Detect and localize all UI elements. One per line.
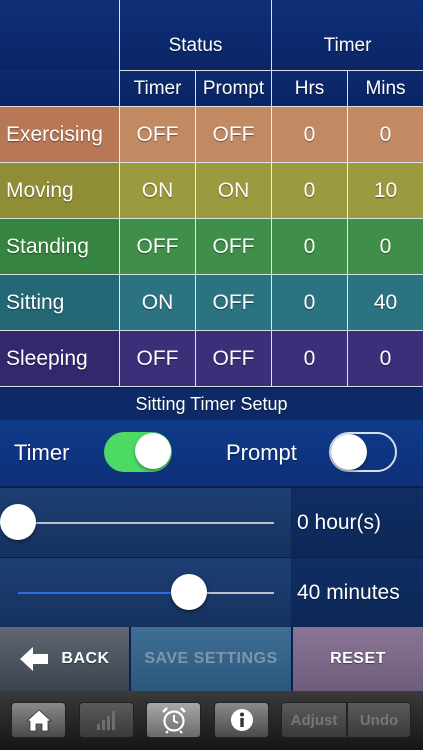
divider [0,106,423,107]
column-header-hrs: Hrs [294,78,325,99]
mins-cell: 40 [373,290,398,314]
table-column-header: Timer Prompt Hrs Mins [0,70,423,106]
hours-slider-area [0,488,291,557]
timer-cell: OFF [136,346,179,370]
divider [347,70,348,387]
activity-label: Moving [6,178,74,202]
mins-cell: 0 [379,234,392,258]
hrs-cell: 0 [303,290,316,314]
timer-toggle-label: Timer [14,440,70,465]
table-row[interactable]: Sleeping OFF OFF 0 0 [0,331,423,386]
column-header-prompt: Prompt [202,78,265,99]
minutes-value: 40 minutes [291,558,423,627]
minutes-slider-thumb[interactable] [170,574,207,610]
table-row[interactable]: Exercising OFF OFF 0 0 [0,107,423,162]
divider [271,0,272,387]
timer-cell: OFF [136,234,179,258]
info-icon [230,709,253,731]
timer-toggle-switch[interactable] [104,432,172,472]
chart-button[interactable] [79,702,134,738]
switch-knob [135,433,171,469]
reset-button[interactable]: RESET [293,627,423,691]
hours-value: 0 hour(s) [291,488,423,557]
hrs-cell: 0 [303,234,316,258]
alarm-button[interactable] [146,702,201,738]
divider [0,330,423,331]
adjust-button[interactable]: Adjust [281,702,347,738]
activity-label: Sitting [6,290,65,314]
prompt-cell: OFF [212,290,255,314]
timer-cell: ON [141,290,174,314]
home-button[interactable] [11,702,66,738]
prompt-cell: OFF [212,346,255,370]
undo-button-label: Undo [359,711,399,729]
switch-knob [331,434,367,470]
minutes-slider-area [0,558,291,627]
status-table: Status Timer Timer Prompt Hrs Mins Exerc… [0,0,423,387]
hrs-cell: 0 [303,346,316,370]
status-group-header: Status [168,35,223,56]
mins-cell: 0 [379,122,392,146]
table-row[interactable]: Sitting ON OFF 0 40 [0,275,423,330]
info-button[interactable] [214,702,269,738]
minutes-slider-track[interactable] [18,592,274,594]
minutes-slider-fill [18,592,189,594]
table-group-header: Status Timer [0,0,423,70]
activity-label: Exercising [6,122,103,146]
save-settings-button[interactable]: SAVE SETTINGS [131,627,291,691]
setup-title: Sitting Timer Setup [0,388,423,420]
chart-icon [96,711,115,730]
hrs-cell: 0 [303,178,316,202]
timer-group-header: Timer [323,35,372,56]
adjust-button-label: Adjust [290,711,338,729]
divider [0,162,423,163]
prompt-cell: ON [217,178,250,202]
back-button-label: BACK [61,650,110,667]
bottom-toolbar: Adjust Undo [0,691,423,750]
divider [195,70,196,387]
prompt-cell: OFF [212,122,255,146]
prompt-cell: OFF [212,234,255,258]
hours-slider-thumb[interactable] [0,504,36,540]
hours-slider-track[interactable] [18,522,274,524]
divider [0,274,423,275]
column-header-timer: Timer [133,78,182,99]
prompt-toggle-switch[interactable] [329,432,397,472]
prompt-toggle-label: Prompt [226,440,297,465]
alarm-clock-icon [161,707,186,734]
save-settings-label: SAVE SETTINGS [144,650,278,667]
divider [119,0,120,387]
table-row[interactable]: Standing OFF OFF 0 0 [0,219,423,274]
hours-slider-row: 0 hour(s) [0,488,423,557]
timer-cell: ON [141,178,174,202]
column-header-mins: Mins [365,78,406,99]
timer-cell: OFF [136,122,179,146]
reset-button-label: RESET [330,650,386,667]
home-icon [25,709,52,732]
divider [120,70,423,71]
back-arrow-icon [20,647,49,671]
mins-cell: 10 [373,178,398,202]
divider [0,218,423,219]
back-button[interactable]: BACK [0,627,129,691]
table-row[interactable]: Moving ON ON 0 10 [0,163,423,218]
activity-label: Standing [6,234,89,258]
minutes-slider-row: 40 minutes [0,558,423,627]
activity-label: Sleeping [6,346,88,370]
action-bar: BACK SAVE SETTINGS RESET [0,627,423,691]
hrs-cell: 0 [303,122,316,146]
toggle-row: Timer Prompt [0,420,423,486]
divider [0,386,423,387]
mins-cell: 0 [379,346,392,370]
undo-button[interactable]: Undo [347,702,411,738]
